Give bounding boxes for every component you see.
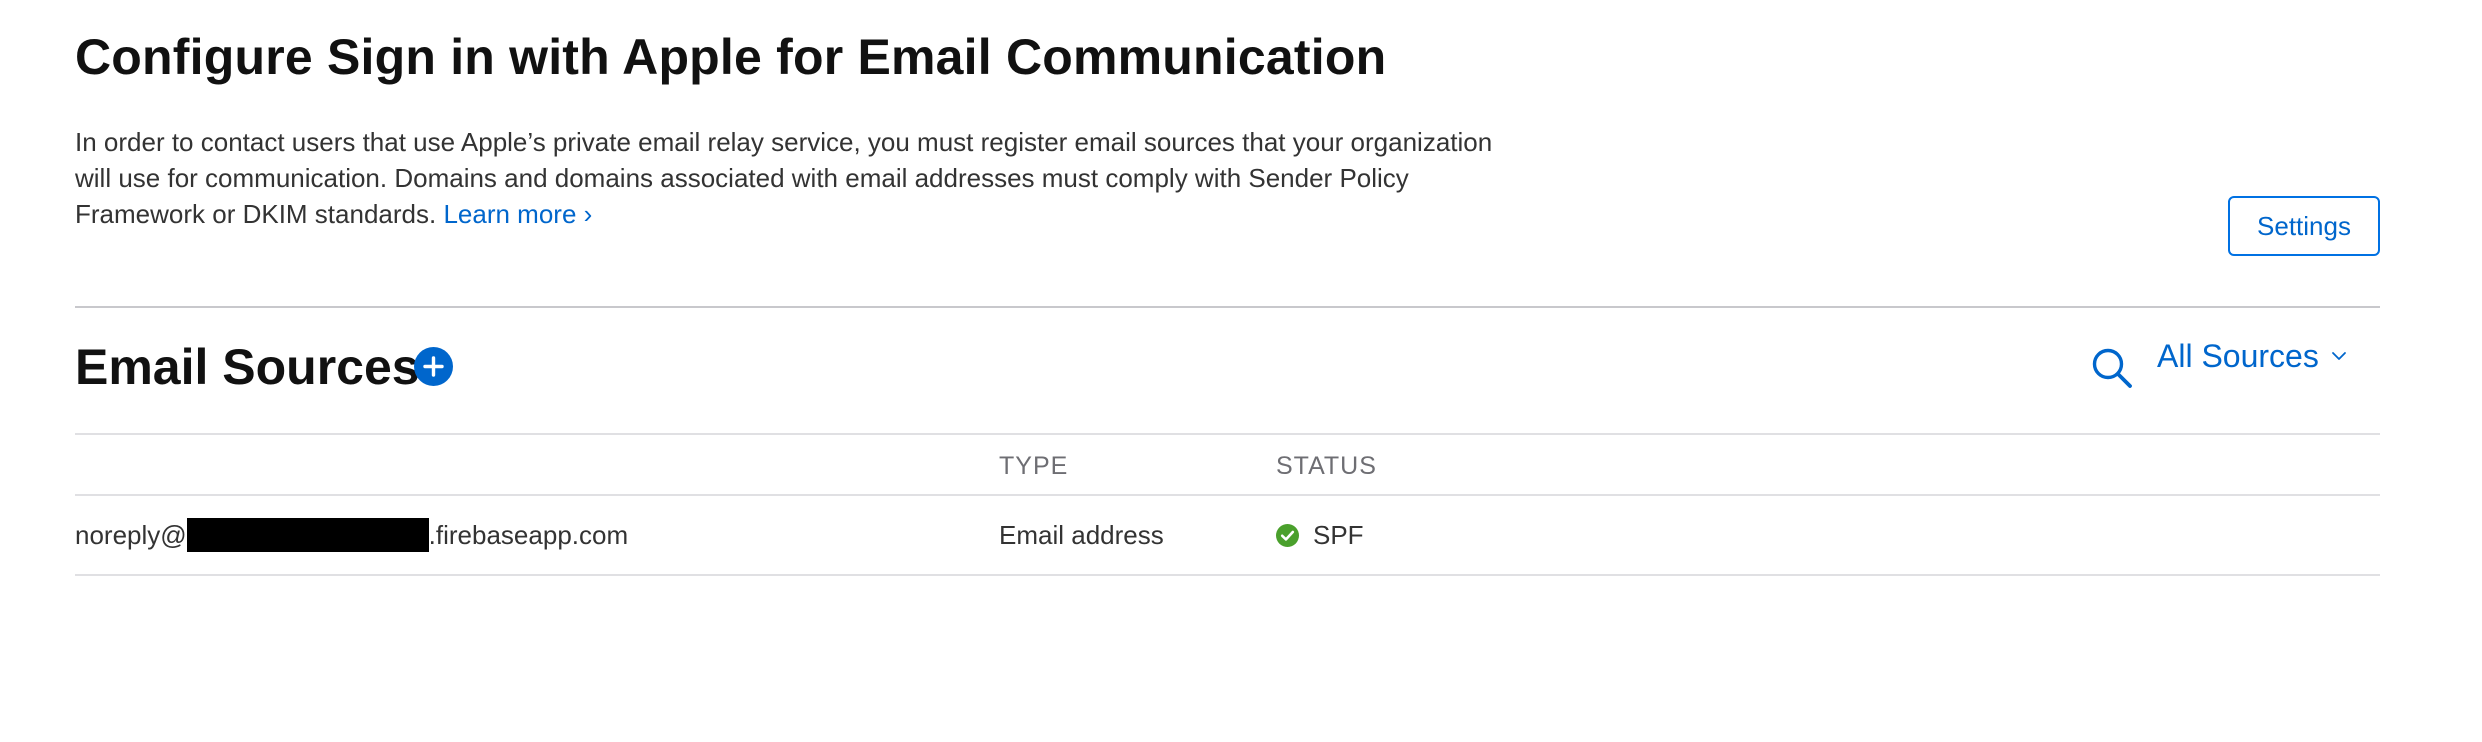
source-suffix: .firebaseapp.com xyxy=(428,519,629,550)
redaction-bar xyxy=(186,518,429,552)
column-header-type: TYPE xyxy=(999,452,1069,480)
intro-text: In order to contact users that use Apple… xyxy=(75,127,1493,229)
check-circle-icon xyxy=(1276,523,1299,547)
settings-button[interactable]: Settings xyxy=(2228,196,2380,256)
intro-paragraph: In order to contact users that use Apple… xyxy=(75,124,1515,232)
type-cell: Email address xyxy=(999,519,1164,550)
status-text: SPF xyxy=(1313,519,1364,550)
filter-label: All Sources xyxy=(2157,337,2319,374)
page-title: Configure Sign in with Apple for Email C… xyxy=(75,29,1387,85)
table-row[interactable]: noreply@ .firebaseapp.com Email address S… xyxy=(75,496,2380,574)
table-top-border xyxy=(75,433,2380,435)
section-title: Email Sources xyxy=(75,339,420,395)
source-cell: noreply@ .firebaseapp.com xyxy=(75,496,628,574)
column-header-status: STATUS xyxy=(1276,452,1377,480)
magnifier-icon xyxy=(2092,348,2132,388)
add-source-button[interactable] xyxy=(414,347,453,386)
section-divider xyxy=(75,306,2380,308)
search-button[interactable] xyxy=(2089,345,2135,391)
row-divider xyxy=(75,574,2380,576)
chevron-down-icon xyxy=(2331,351,2347,361)
source-prefix: noreply@ xyxy=(75,519,187,550)
plus-circle-icon xyxy=(423,356,444,377)
learn-more-link[interactable]: Learn more › xyxy=(443,199,592,229)
status-cell: SPF xyxy=(1276,496,1364,574)
sources-filter-dropdown[interactable]: All Sources xyxy=(2157,334,2347,378)
